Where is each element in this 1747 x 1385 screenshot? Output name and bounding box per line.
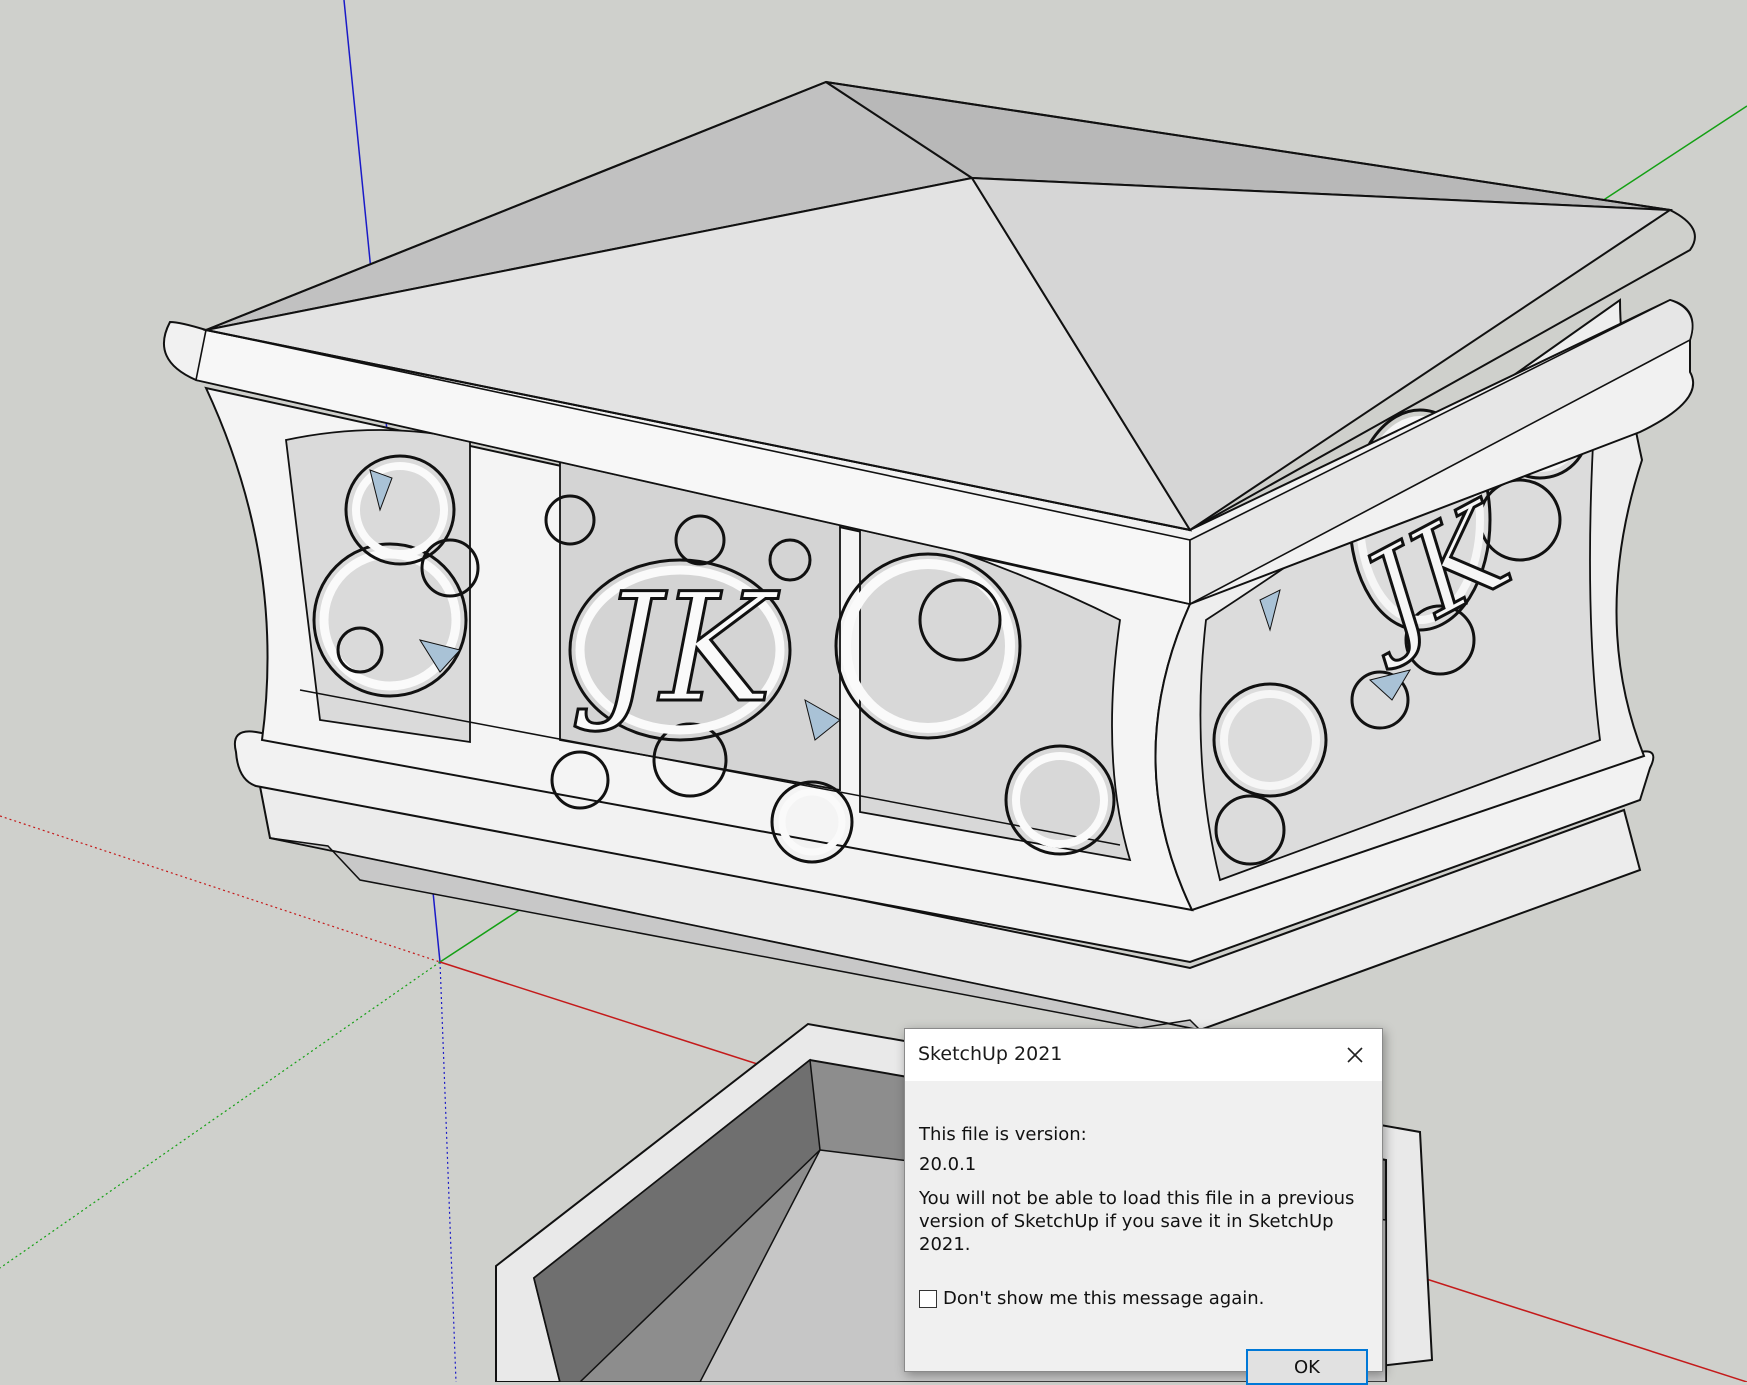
version-value: 20.0.1	[919, 1154, 977, 1175]
version-label: This file is version:	[919, 1124, 1087, 1145]
dont-show-label: Don't show me this message again.	[943, 1288, 1265, 1309]
close-button[interactable]	[1328, 1029, 1382, 1081]
warning-message: You will not be able to load this file i…	[919, 1188, 1355, 1255]
green-axis-dotted	[0, 961, 441, 1269]
close-icon	[1347, 1047, 1363, 1063]
dialog-title: SketchUp 2021	[918, 1043, 1063, 1065]
dialog-body: This file is version: 20.0.1 You will no…	[905, 1081, 1382, 1385]
monogram-front: JK	[574, 562, 780, 736]
ok-button[interactable]: OK	[1246, 1349, 1368, 1385]
model-viewport[interactable]: JK JK	[0, 0, 1747, 1382]
dont-show-checkbox[interactable]: Don't show me this message again.	[919, 1288, 1264, 1309]
dialog-titlebar[interactable]: SketchUp 2021	[905, 1029, 1382, 1081]
blue-axis-dotted	[439, 961, 457, 1382]
version-warning-dialog: SketchUp 2021 This file is version: 20.0…	[904, 1028, 1383, 1385]
checkbox-box[interactable]	[919, 1289, 937, 1308]
post-cap-model: JK JK	[0, 0, 1747, 1382]
